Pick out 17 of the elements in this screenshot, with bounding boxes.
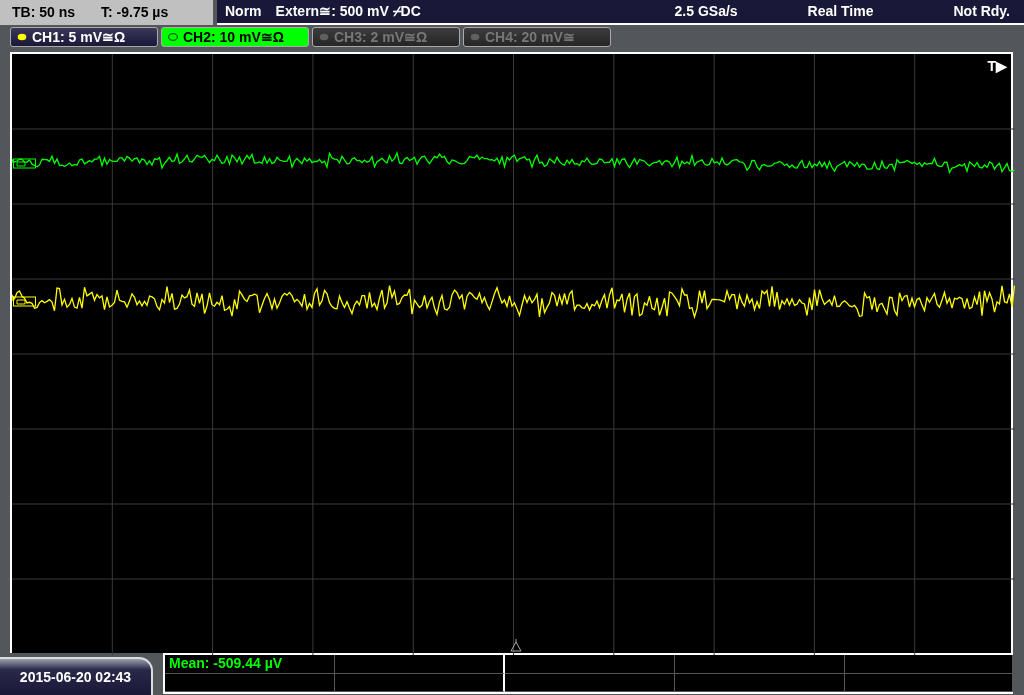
trigger-position-label: T▶	[987, 57, 1007, 76]
trigger-marker-icon	[510, 638, 522, 652]
channel-indicator-icon	[168, 33, 178, 41]
channel-indicator-icon	[17, 33, 27, 41]
channel-marker-icon	[13, 296, 36, 307]
date-time-label: 2015-06-20 02:43	[0, 657, 153, 695]
trigger-time-label: T: -9.75 µs	[101, 3, 169, 22]
trigger-mode-label: Norm	[225, 2, 262, 21]
trigger-state-label: Not Rdy.	[953, 2, 1010, 21]
channel-marker-icon	[13, 158, 36, 169]
channel-tab[interactable]: CH1: 5 mV≅Ω	[10, 27, 158, 47]
trigger-source-label: Extern≅: 500 mV ⌿DC	[275, 2, 421, 21]
channel-tab[interactable]: CH2: 10 mV≅Ω	[161, 27, 309, 47]
timebase-label: TB: 50 ns	[12, 3, 75, 22]
measurement-value: Mean: -509.44 µV	[165, 655, 335, 674]
acquisition-mode-label: Real Time	[807, 2, 874, 21]
sample-rate-label: 2.5 GSa/s	[674, 2, 738, 21]
